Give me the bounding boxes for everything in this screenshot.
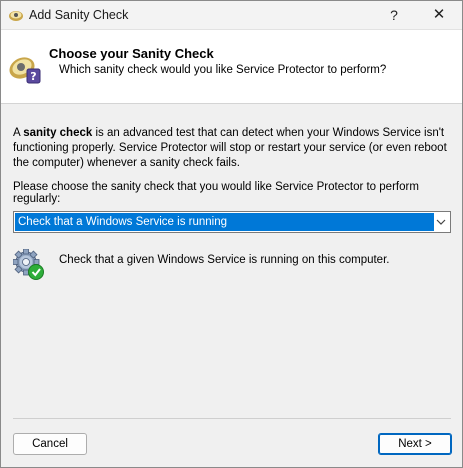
page-subtitle: Which sanity check would you like Servic… [59, 64, 387, 76]
close-button[interactable]: ✕ [416, 1, 462, 29]
svg-text:?: ? [30, 70, 36, 83]
app-icon [9, 11, 23, 21]
gear-check-icon [13, 249, 44, 280]
page-title: Choose your Sanity Check [49, 46, 214, 61]
window-title: Add Sanity Check [29, 8, 129, 22]
next-button[interactable]: Next > [378, 433, 452, 455]
select-value: Check that a Windows Service is running [15, 213, 434, 231]
sanity-check-select[interactable]: Check that a Windows Service is running [13, 211, 451, 233]
add-sanity-check-dialog: Add Sanity Check ? ✕ ? Choose your Sanit… [0, 0, 463, 468]
description-term: sanity check [23, 127, 93, 139]
footer-divider [13, 418, 451, 419]
description-prefix: A [13, 127, 24, 139]
description-text: A sanity check is an advanced test that … [13, 126, 453, 171]
wizard-header: ? Choose your Sanity Check Which sanity … [1, 30, 462, 104]
check-description: Check that a given Windows Service is ru… [59, 254, 390, 266]
wizard-content: A sanity check is an advanced test that … [1, 104, 462, 414]
title-bar: Add Sanity Check ? ✕ [1, 1, 462, 30]
chevron-down-icon[interactable] [434, 215, 448, 229]
selection-prompt: Please choose the sanity check that you … [13, 181, 419, 205]
cancel-button[interactable]: Cancel [13, 433, 87, 455]
sanity-check-wizard-icon: ? [9, 57, 41, 84]
help-button[interactable]: ? [371, 1, 417, 29]
